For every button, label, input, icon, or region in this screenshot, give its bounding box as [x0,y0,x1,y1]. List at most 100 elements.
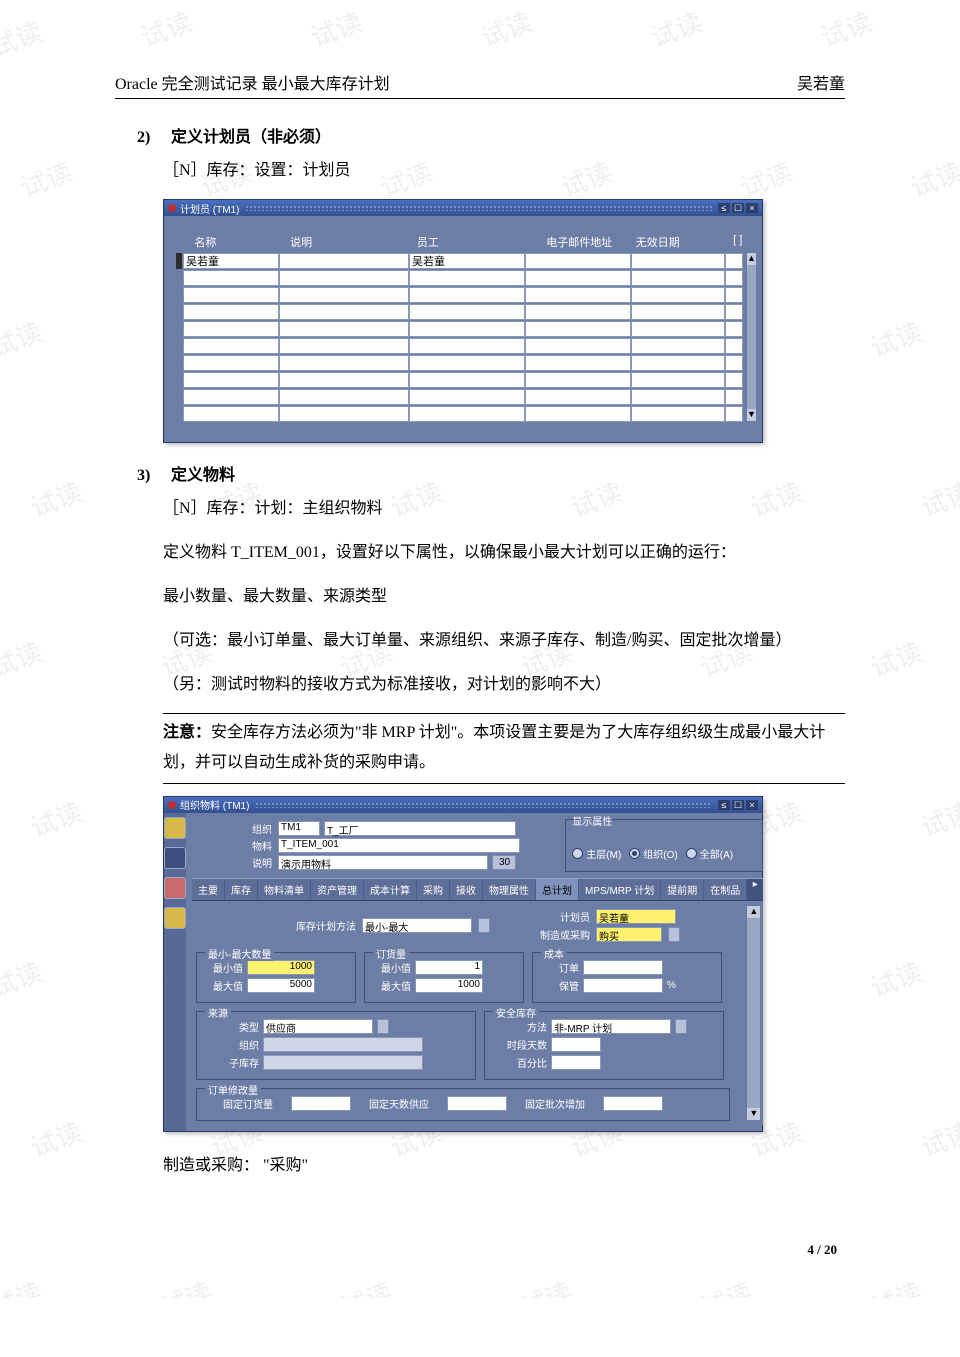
source-sub-field[interactable] [263,1055,423,1070]
cell-desc[interactable] [279,270,409,286]
cell-name[interactable] [183,406,279,422]
cell-flag[interactable] [725,253,743,269]
max-qty-field[interactable]: 5000 [247,978,315,993]
cell-name[interactable] [183,389,279,405]
cell-name[interactable] [183,253,279,269]
detail-button[interactable]: 30 [492,855,516,870]
scroll-down-icon[interactable]: ▼ [747,409,756,421]
scroll-down-icon[interactable]: ▼ [747,1108,760,1120]
chevron-down-icon[interactable] [377,1019,389,1034]
tab-phys[interactable]: 物理属性 [483,879,536,900]
table-row[interactable] [176,253,743,269]
tab-rcv[interactable]: 接收 [450,879,483,900]
scrollbar[interactable]: ▲ ▼ [746,252,757,422]
cell-desc[interactable] [279,338,409,354]
minimize-icon[interactable]: ≤ [718,800,730,810]
cell-email[interactable] [525,287,631,303]
cell-email[interactable] [525,355,631,371]
cell-desc[interactable] [279,372,409,388]
sidebar-icon[interactable] [164,877,186,899]
cell-emp[interactable] [409,406,525,422]
org-name-field[interactable]: T_工厂 [324,821,516,836]
panel-scrollbar[interactable]: ▲ ▼ [746,905,761,1121]
safety-pct-field[interactable] [551,1055,601,1070]
table-row[interactable] [176,321,743,337]
cost-order-field[interactable] [583,960,663,975]
plan-method-select[interactable]: 最小-最大 [362,918,472,933]
cell-desc[interactable] [279,389,409,405]
item-field[interactable]: T_ITEM_001 [278,838,520,853]
table-row[interactable] [176,270,743,286]
source-type-select[interactable]: 供应商 [263,1019,373,1034]
radio-master[interactable]: 主层(M) [572,841,621,866]
cell-flag[interactable] [725,338,743,354]
cell-email[interactable] [525,304,631,320]
cell-email[interactable] [525,253,631,269]
tab-scroll-icon[interactable]: ▸ [747,879,763,900]
cell-emp[interactable] [409,389,525,405]
cell-emp[interactable] [409,287,525,303]
table-row[interactable] [176,338,743,354]
cell-flag[interactable] [725,389,743,405]
tab-genplan[interactable]: 总计划 [536,879,579,900]
cell-invalid[interactable] [631,270,725,286]
cell-emp[interactable] [409,338,525,354]
cell-desc[interactable] [279,287,409,303]
safety-method-select[interactable]: 非-MRP 计划 [551,1019,671,1034]
org-code-field[interactable]: TM1 [278,821,320,836]
cell-name[interactable] [183,338,279,354]
tab-inv[interactable]: 库存 [225,879,258,900]
fixed-days-field[interactable] [447,1096,507,1111]
sidebar-icon[interactable] [164,907,186,929]
cell-flag[interactable] [725,355,743,371]
tab-bom[interactable]: 物料清单 [258,879,311,900]
cell-emp[interactable] [409,321,525,337]
cell-invalid[interactable] [631,406,725,422]
close-icon[interactable]: × [746,203,758,213]
tab-mrp[interactable]: MPS/MRP 计划 [579,879,661,900]
chevron-down-icon[interactable] [668,927,680,942]
chevron-down-icon[interactable] [675,1019,687,1034]
fixed-qty-field[interactable] [291,1096,351,1111]
cell-emp[interactable] [409,304,525,320]
tab-po[interactable]: 采购 [417,879,450,900]
maximize-icon[interactable]: ☐ [732,800,744,810]
cell-invalid[interactable] [631,389,725,405]
cell-email[interactable] [525,389,631,405]
scroll-up-icon[interactable]: ▲ [747,906,760,918]
sidebar-icon[interactable] [164,847,186,869]
cell-name[interactable] [183,270,279,286]
cell-flag[interactable] [725,270,743,286]
close-icon[interactable]: × [746,800,758,810]
cell-desc[interactable] [279,321,409,337]
tab-main[interactable]: 主要 [192,879,225,900]
cell-invalid[interactable] [631,355,725,371]
cell-emp[interactable] [409,270,525,286]
tab-cost[interactable]: 成本计算 [364,879,417,900]
cell-name[interactable] [183,372,279,388]
radio-org[interactable]: 组织(O) [629,841,677,866]
cell-name[interactable] [183,287,279,303]
planner-field[interactable]: 吴若童 [596,909,676,924]
desc-field[interactable]: 演示用物料 [278,855,488,870]
order-min-field[interactable]: 1 [415,960,483,975]
cell-invalid[interactable] [631,287,725,303]
cell-name[interactable] [183,355,279,371]
table-row[interactable] [176,355,743,371]
cell-email[interactable] [525,338,631,354]
scroll-up-icon[interactable]: ▲ [747,253,756,265]
cell-flag[interactable] [725,287,743,303]
cell-desc[interactable] [279,253,409,269]
sidebar-icon[interactable] [164,817,186,839]
planner-titlebar[interactable]: 计划员 (TM1) ≤ ☐ × [164,200,762,216]
cell-flag[interactable] [725,372,743,388]
safety-days-field[interactable] [551,1037,601,1052]
cell-flag[interactable] [725,304,743,320]
cell-desc[interactable] [279,304,409,320]
cell-email[interactable] [525,372,631,388]
cell-flag[interactable] [725,406,743,422]
cell-invalid[interactable] [631,338,725,354]
radio-all[interactable]: 全部(A) [686,841,733,866]
cell-invalid[interactable] [631,253,725,269]
cell-email[interactable] [525,270,631,286]
